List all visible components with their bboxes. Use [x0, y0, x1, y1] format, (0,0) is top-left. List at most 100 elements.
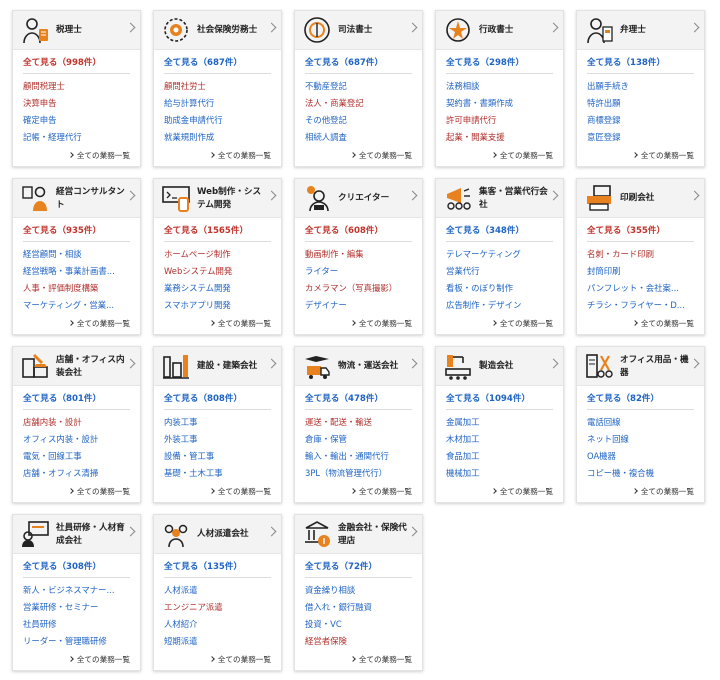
all-services-link[interactable]: 全ての業務一覧 — [632, 318, 694, 329]
service-link[interactable]: ライター — [305, 263, 414, 280]
service-link[interactable]: 確定申告 — [23, 112, 132, 129]
service-link[interactable]: 就業規則作成 — [164, 129, 273, 146]
service-link[interactable]: 看板・のぼり制作 — [446, 280, 555, 297]
service-link[interactable]: 特許出願 — [587, 95, 696, 112]
service-link[interactable]: 外装工事 — [164, 431, 273, 448]
see-all-link[interactable]: 全て見る（998件） — [23, 56, 101, 68]
all-services-link[interactable]: 全ての業務一覧 — [68, 486, 130, 497]
all-services-link[interactable]: 全ての業務一覧 — [209, 150, 271, 161]
category-card-header[interactable]: Web制作・システム開発 — [154, 179, 281, 218]
service-link[interactable]: 電話回線 — [587, 414, 696, 431]
service-link[interactable]: 設備・管工事 — [164, 448, 273, 465]
category-card-header[interactable]: 社会保険労務士 — [154, 11, 281, 50]
see-all-link[interactable]: 全て見る（82件） — [587, 392, 659, 404]
all-services-link[interactable]: 全ての業務一覧 — [350, 150, 412, 161]
service-link[interactable]: マーケティング・営業... — [23, 297, 132, 314]
service-link[interactable]: 法務相談 — [446, 78, 555, 95]
all-services-link[interactable]: 全ての業務一覧 — [491, 318, 553, 329]
see-all-link[interactable]: 全て見る（608件） — [305, 224, 383, 236]
see-all-link[interactable]: 全て見る（687件） — [305, 56, 383, 68]
see-all-link[interactable]: 全て見る（1565件） — [164, 224, 248, 236]
all-services-link[interactable]: 全ての業務一覧 — [209, 486, 271, 497]
service-link[interactable]: 広告制作・デザイン — [446, 297, 555, 314]
service-link[interactable]: 新人・ビジネスマナー... — [23, 582, 132, 599]
service-link[interactable]: ホームページ制作 — [164, 246, 273, 263]
see-all-link[interactable]: 全て見る（801件） — [23, 392, 101, 404]
service-link[interactable]: コピー機・複合機 — [587, 465, 696, 482]
see-all-link[interactable]: 全て見る（138件） — [587, 56, 665, 68]
service-link[interactable]: オフィス内装・設計 — [23, 431, 132, 448]
service-link[interactable]: 不動産登記 — [305, 78, 414, 95]
service-link[interactable]: 食品加工 — [446, 448, 555, 465]
category-card-header[interactable]: クリエイター — [295, 179, 422, 218]
service-link[interactable]: 封筒印刷 — [587, 263, 696, 280]
service-link[interactable]: 店舗内装・設計 — [23, 414, 132, 431]
service-link[interactable]: 契約書・書類作成 — [446, 95, 555, 112]
service-link[interactable]: 社員研修 — [23, 616, 132, 633]
see-all-link[interactable]: 全て見る（135件） — [164, 560, 242, 572]
category-card-header[interactable]: 印刷会社 — [577, 179, 704, 218]
service-link[interactable]: 営業研修・セミナー — [23, 599, 132, 616]
service-link[interactable]: 起業・開業支援 — [446, 129, 555, 146]
service-link[interactable]: 商標登録 — [587, 112, 696, 129]
service-link[interactable]: チラシ・フライヤー・D... — [587, 297, 696, 314]
service-link[interactable]: 許可申請代行 — [446, 112, 555, 129]
see-all-link[interactable]: 全て見る（808件） — [164, 392, 242, 404]
category-card-header[interactable]: 税理士 — [13, 11, 140, 50]
service-link[interactable]: 経営顧問・相談 — [23, 246, 132, 263]
see-all-link[interactable]: 全て見る（478件） — [305, 392, 383, 404]
see-all-link[interactable]: 全て見る（298件） — [446, 56, 524, 68]
category-card-header[interactable]: 金融会社・保険代理店 — [295, 515, 422, 554]
service-link[interactable]: 木材加工 — [446, 431, 555, 448]
service-link[interactable]: 名刺・カード印刷 — [587, 246, 696, 263]
service-link[interactable]: 機械加工 — [446, 465, 555, 482]
all-services-link[interactable]: 全ての業務一覧 — [68, 318, 130, 329]
service-link[interactable]: 人材派遣 — [164, 582, 273, 599]
service-link[interactable]: 顧問社労士 — [164, 78, 273, 95]
all-services-link[interactable]: 全ての業務一覧 — [68, 654, 130, 665]
all-services-link[interactable]: 全ての業務一覧 — [632, 486, 694, 497]
service-link[interactable]: 基礎・土木工事 — [164, 465, 273, 482]
service-link[interactable]: 店舗・オフィス清掃 — [23, 465, 132, 482]
all-services-link[interactable]: 全ての業務一覧 — [491, 150, 553, 161]
service-link[interactable]: 営業代行 — [446, 263, 555, 280]
service-link[interactable]: 経営者保険 — [305, 633, 414, 650]
see-all-link[interactable]: 全て見る（72件） — [305, 560, 377, 572]
all-services-link[interactable]: 全ての業務一覧 — [350, 318, 412, 329]
service-link[interactable]: カメラマン（写真撮影） — [305, 280, 414, 297]
all-services-link[interactable]: 全ての業務一覧 — [491, 486, 553, 497]
see-all-link[interactable]: 全て見る（687件） — [164, 56, 242, 68]
category-card-header[interactable]: 集客・営業代行会社 — [436, 179, 563, 218]
category-card-header[interactable]: 経営コンサルタント — [13, 179, 140, 218]
service-link[interactable]: 決算申告 — [23, 95, 132, 112]
service-link[interactable]: Webシステム開発 — [164, 263, 273, 280]
service-link[interactable]: 動画制作・編集 — [305, 246, 414, 263]
category-card-header[interactable]: 司法書士 — [295, 11, 422, 50]
service-link[interactable]: 借入れ・銀行融資 — [305, 599, 414, 616]
all-services-link[interactable]: 全ての業務一覧 — [350, 486, 412, 497]
service-link[interactable]: 業務システム開発 — [164, 280, 273, 297]
category-card-header[interactable]: 店舗・オフィス内装会社 — [13, 347, 140, 386]
service-link[interactable]: 3PL（物流管理代行） — [305, 465, 414, 482]
category-card-header[interactable]: 建設・建築会社 — [154, 347, 281, 386]
service-link[interactable]: 顧問税理士 — [23, 78, 132, 95]
category-card-header[interactable]: 物流・運送会社 — [295, 347, 422, 386]
see-all-link[interactable]: 全て見る（935件） — [23, 224, 101, 236]
service-link[interactable]: リーダー・管理職研修 — [23, 633, 132, 650]
service-link[interactable]: エンジニア派遣 — [164, 599, 273, 616]
category-card-header[interactable]: 行政書士 — [436, 11, 563, 50]
service-link[interactable]: 人材紹介 — [164, 616, 273, 633]
service-link[interactable]: 経営戦略・事業計画書... — [23, 263, 132, 280]
all-services-link[interactable]: 全ての業務一覧 — [209, 654, 271, 665]
service-link[interactable]: 意匠登録 — [587, 129, 696, 146]
service-link[interactable]: その他登記 — [305, 112, 414, 129]
see-all-link[interactable]: 全て見る（1094件） — [446, 392, 530, 404]
service-link[interactable]: 倉庫・保管 — [305, 431, 414, 448]
service-link[interactable]: 金属加工 — [446, 414, 555, 431]
all-services-link[interactable]: 全ての業務一覧 — [209, 318, 271, 329]
service-link[interactable]: 出願手続き — [587, 78, 696, 95]
all-services-link[interactable]: 全ての業務一覧 — [350, 654, 412, 665]
category-card-header[interactable]: 弁理士 — [577, 11, 704, 50]
service-link[interactable]: パンフレット・会社案... — [587, 280, 696, 297]
service-link[interactable]: ネット回線 — [587, 431, 696, 448]
